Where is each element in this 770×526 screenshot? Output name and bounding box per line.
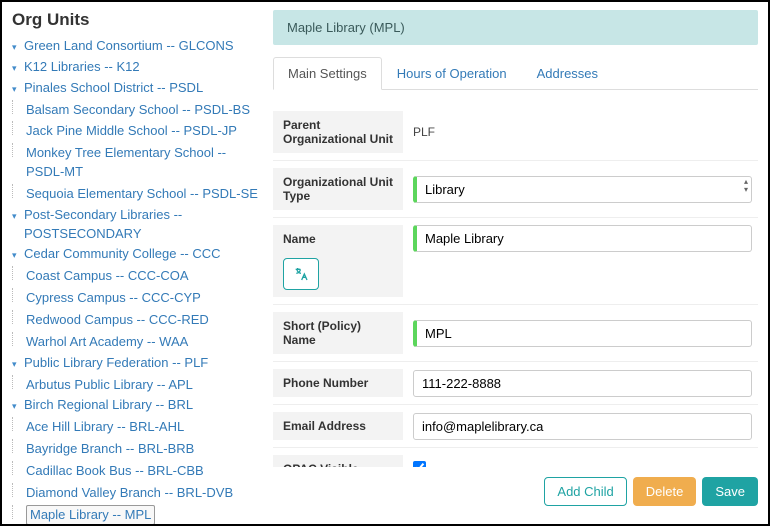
tree-node: Sequoia Elementary School -- PSDL-SE — [12, 183, 261, 205]
phone-input[interactable] — [413, 370, 752, 397]
email-label: Email Address — [273, 412, 403, 440]
tree-link[interactable]: Green Land Consortium -- GLCONS — [24, 37, 234, 56]
caret-icon[interactable]: ▾ — [12, 210, 22, 223]
parent-value: PLF — [403, 125, 758, 139]
tree-connector — [12, 461, 22, 475]
tree-node: Diamond Valley Branch -- BRL-DVB — [12, 482, 261, 504]
caret-icon[interactable]: ▾ — [12, 41, 22, 54]
tree-node: ▾Cedar Community College -- CCC — [12, 244, 261, 265]
phone-label: Phone Number — [273, 369, 403, 397]
tree-link[interactable]: Sequoia Elementary School -- PSDL-SE — [26, 185, 258, 204]
tree-link[interactable]: Maple Library -- MPL — [26, 505, 155, 524]
tab-bar: Main SettingsHours of OperationAddresses — [273, 57, 758, 90]
tree-node: Warhol Art Academy -- WAA — [12, 331, 261, 353]
tree-node: Monkey Tree Elementary School -- PSDL-MT — [12, 142, 261, 183]
tree-link[interactable]: Pinales School District -- PSDL — [24, 79, 203, 98]
tree-connector — [12, 266, 22, 280]
tab[interactable]: Hours of Operation — [382, 57, 522, 90]
tree-link[interactable]: Balsam Secondary School -- PSDL-BS — [26, 101, 250, 120]
email-input[interactable] — [413, 413, 752, 440]
tree-link[interactable]: Coast Campus -- CCC-COA — [26, 267, 189, 286]
tree-node: Coast Campus -- CCC-COA — [12, 265, 261, 287]
settings-form: Parent Organizational Unit PLF Organizat… — [273, 104, 758, 467]
delete-button[interactable]: Delete — [633, 477, 697, 506]
tree-node: Bayridge Branch -- BRL-BRB — [12, 438, 261, 460]
tree-link[interactable]: Birch Regional Library -- BRL — [24, 396, 193, 415]
tree-node: Maple Library -- MPL — [12, 504, 261, 524]
tree-link[interactable]: Post-Secondary Libraries -- POSTSECONDAR… — [24, 206, 261, 244]
tree-node: Redwood Campus -- CCC-RED — [12, 309, 261, 331]
tree-link[interactable]: Cedar Community College -- CCC — [24, 245, 221, 264]
caret-icon[interactable]: ▾ — [12, 400, 22, 413]
tree-link[interactable]: Monkey Tree Elementary School -- PSDL-MT — [26, 144, 261, 182]
tree-link[interactable]: Jack Pine Middle School -- PSDL-JP — [26, 122, 237, 141]
add-child-button[interactable]: Add Child — [544, 477, 626, 506]
tree-node: Arbutus Public Library -- APL — [12, 374, 261, 396]
type-select[interactable] — [413, 176, 752, 203]
name-label: Name — [283, 232, 316, 246]
short-input[interactable] — [413, 320, 752, 347]
tree-connector — [12, 505, 22, 519]
tree-connector — [12, 121, 22, 135]
tree-node: Balsam Secondary School -- PSDL-BS — [12, 99, 261, 121]
tree-node: Ace Hill Library -- BRL-AHL — [12, 416, 261, 438]
tree-node: Cadillac Book Bus -- BRL-CBB — [12, 460, 261, 482]
tree-connector — [12, 417, 22, 431]
tree-link[interactable]: K12 Libraries -- K12 — [24, 58, 140, 77]
translate-button[interactable] — [283, 258, 319, 290]
caret-icon[interactable]: ▾ — [12, 62, 22, 75]
tree-link[interactable]: Redwood Campus -- CCC-RED — [26, 311, 209, 330]
tree-node: ▾Green Land Consortium -- GLCONS — [12, 36, 261, 57]
tree-connector — [12, 100, 22, 114]
tree-link[interactable]: Ace Hill Library -- BRL-AHL — [26, 418, 184, 437]
type-label: Organizational Unit Type — [273, 168, 403, 210]
main-panel: Maple Library (MPL) Main SettingsHours o… — [267, 2, 768, 524]
tree-connector — [12, 310, 22, 324]
tree-connector — [12, 439, 22, 453]
tree-connector — [12, 332, 22, 346]
opac-label: OPAC Visible — [273, 455, 403, 467]
tree-link[interactable]: Cadillac Book Bus -- BRL-CBB — [26, 462, 204, 481]
org-banner: Maple Library (MPL) — [273, 10, 758, 45]
save-button[interactable]: Save — [702, 477, 758, 506]
caret-icon[interactable]: ▾ — [12, 249, 22, 262]
tree-link[interactable]: Bayridge Branch -- BRL-BRB — [26, 440, 194, 459]
tree-link[interactable]: Arbutus Public Library -- APL — [26, 376, 193, 395]
tree-link[interactable]: Warhol Art Academy -- WAA — [26, 333, 188, 352]
tab[interactable]: Addresses — [522, 57, 613, 90]
name-input[interactable] — [413, 225, 752, 252]
caret-icon[interactable]: ▾ — [12, 83, 22, 96]
tree-link[interactable]: Cypress Campus -- CCC-CYP — [26, 289, 201, 308]
tree-connector — [12, 288, 22, 302]
parent-label: Parent Organizational Unit — [273, 111, 403, 153]
sidebar-title: Org Units — [12, 10, 261, 30]
tree-node: ▾Pinales School District -- PSDL — [12, 78, 261, 99]
sidebar: Org Units ▾Green Land Consortium -- GLCO… — [2, 2, 267, 524]
short-label: Short (Policy) Name — [273, 312, 403, 354]
tree-connector — [12, 184, 22, 198]
tree-connector — [12, 143, 22, 157]
tree-node: Cypress Campus -- CCC-CYP — [12, 287, 261, 309]
tree-node: ▾Post-Secondary Libraries -- POSTSECONDA… — [12, 205, 261, 245]
translate-icon — [293, 266, 309, 282]
tree-node: ▾Birch Regional Library -- BRL — [12, 395, 261, 416]
tree-node: ▾K12 Libraries -- K12 — [12, 57, 261, 78]
tree-link[interactable]: Public Library Federation -- PLF — [24, 354, 208, 373]
tree-link[interactable]: Diamond Valley Branch -- BRL-DVB — [26, 484, 233, 503]
caret-icon[interactable]: ▾ — [12, 358, 22, 371]
tree-node: ▾Public Library Federation -- PLF — [12, 353, 261, 374]
org-tree: ▾Green Land Consortium -- GLCONS▾K12 Lib… — [12, 36, 261, 524]
button-row: Add Child Delete Save — [273, 467, 758, 516]
tree-connector — [12, 483, 22, 497]
tree-node: Jack Pine Middle School -- PSDL-JP — [12, 120, 261, 142]
tab[interactable]: Main Settings — [273, 57, 382, 90]
tree-connector — [12, 375, 22, 389]
